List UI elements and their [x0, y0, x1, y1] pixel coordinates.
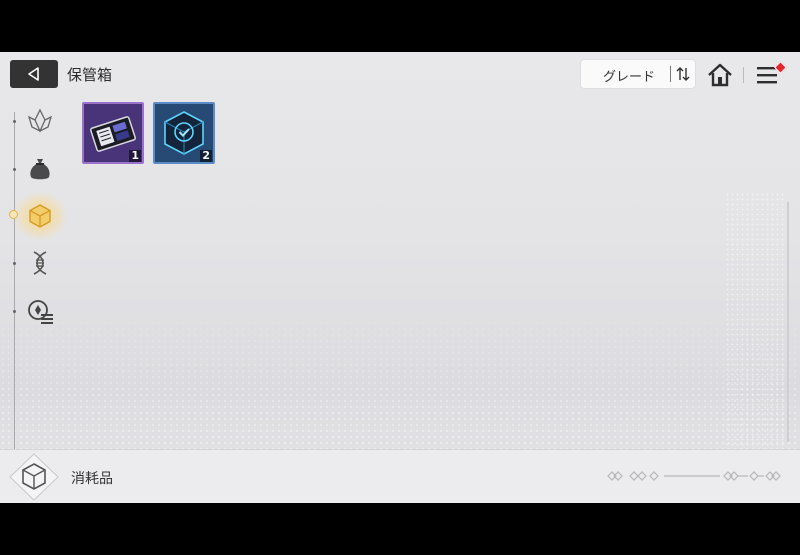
- background-dot-pattern-right: [725, 192, 785, 462]
- home-icon[interactable]: [706, 62, 734, 88]
- scrollbar-track[interactable]: [787, 202, 789, 442]
- medal-list-icon[interactable]: [26, 297, 54, 325]
- sort-label: グレード: [603, 70, 656, 85]
- sidebar-rule: [14, 112, 15, 452]
- back-triangle-icon: [28, 67, 39, 81]
- item-slot[interactable]: 2: [153, 102, 215, 164]
- header-divider: [743, 67, 744, 83]
- dna-icon[interactable]: [26, 249, 54, 277]
- cube-icon[interactable]: [26, 202, 54, 230]
- selected-category-marker: [9, 210, 18, 219]
- category-tick: [13, 120, 16, 123]
- item-count: 2: [200, 149, 212, 162]
- item-slot[interactable]: 1: [82, 102, 144, 164]
- pouch-icon[interactable]: [26, 155, 54, 183]
- crystal-icon[interactable]: [26, 107, 54, 135]
- storage-screen: 保管箱 グレード 1 2 消耗品: [0, 52, 800, 503]
- category-tick: [13, 262, 16, 265]
- back-button[interactable]: [10, 60, 58, 88]
- letterbox-bottom: [0, 503, 800, 555]
- category-footer: 消耗品: [0, 449, 800, 503]
- footer-ornament: [607, 471, 781, 481]
- category-tick: [13, 168, 16, 171]
- category-cube-icon: [9, 453, 59, 501]
- sort-divider: [670, 66, 671, 82]
- sort-order-icon[interactable]: [675, 64, 691, 84]
- item-count: 1: [129, 149, 141, 162]
- category-tick: [13, 310, 16, 313]
- sort-dropdown[interactable]: グレード: [581, 60, 695, 88]
- page-title: 保管箱: [67, 66, 113, 84]
- letterbox-top: [0, 0, 800, 52]
- category-label: 消耗品: [71, 471, 113, 487]
